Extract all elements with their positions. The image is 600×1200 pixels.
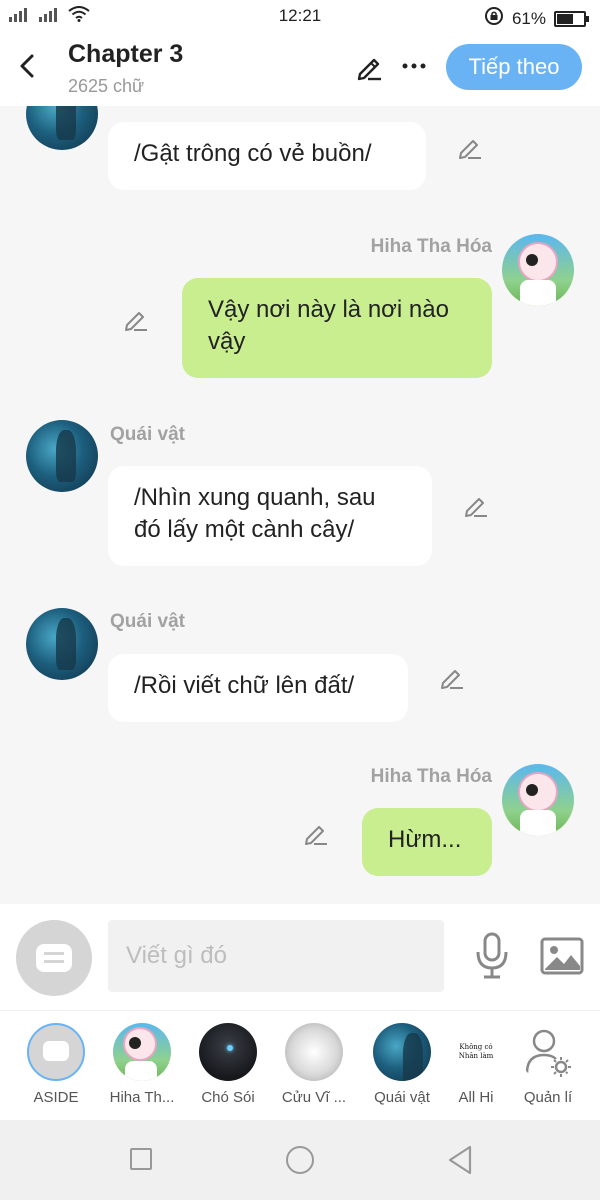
character-label: Quái vật xyxy=(374,1089,430,1106)
speaker-name: Hiha Tha Hóa xyxy=(370,766,492,787)
speaker-name: Hiha Tha Hóa xyxy=(370,236,492,257)
message-bubble[interactable]: Hừm... xyxy=(362,808,492,876)
character-monster[interactable]: Quái vật xyxy=(362,1023,442,1106)
character-fox[interactable]: Cửu Vĩ ... xyxy=(274,1023,354,1106)
message-bubble[interactable]: /Rồi viết chữ lên đất/ xyxy=(108,654,408,722)
message-bubble[interactable]: Vậy nơi này là nơi nào vậy xyxy=(182,278,492,378)
hiha-avatar[interactable] xyxy=(502,234,574,306)
microphone-icon[interactable] xyxy=(472,932,512,980)
rotation-lock-icon xyxy=(484,6,504,31)
wolf-avatar xyxy=(199,1023,257,1081)
character-label: Cửu Vĩ ... xyxy=(281,1089,347,1106)
recent-apps-icon[interactable] xyxy=(130,1148,152,1170)
edit-message-icon[interactable] xyxy=(438,664,466,692)
avatar-face xyxy=(518,772,558,812)
message-bubble[interactable]: /Gật trông có vẻ buồn/ xyxy=(108,122,426,190)
message-input[interactable] xyxy=(108,920,444,992)
edit-message-icon[interactable] xyxy=(456,134,484,162)
monster-avatar[interactable] xyxy=(26,106,98,150)
home-icon[interactable] xyxy=(286,1146,314,1174)
edit-message-icon[interactable] xyxy=(462,492,490,520)
text-avatar: Không có Nhân làm xyxy=(447,1023,505,1081)
manage-user-icon xyxy=(519,1023,577,1081)
character-hiha[interactable]: Hiha Th... xyxy=(102,1023,182,1106)
edit-message-icon[interactable] xyxy=(302,820,330,848)
avatar-body xyxy=(125,1061,157,1081)
speaker-name: Quái vật xyxy=(110,424,185,445)
chat-area[interactable]: /Gật trông có vẻ buồn/ Hiha Tha Hóa Vậy … xyxy=(0,106,600,904)
status-right: 61% xyxy=(484,6,589,31)
edit-message-icon[interactable] xyxy=(122,306,150,334)
chapter-header: Chapter 3 2625 chữ Tiếp theo xyxy=(0,32,600,106)
chapter-title: Chapter 3 xyxy=(68,40,184,68)
character-label: Quản lí xyxy=(523,1089,573,1106)
character-label: All Hi xyxy=(458,1089,494,1106)
fox-avatar xyxy=(285,1023,343,1081)
image-icon[interactable] xyxy=(540,936,584,976)
battery-icon xyxy=(554,10,589,27)
battery-fill xyxy=(557,13,573,24)
input-bar xyxy=(0,904,600,1010)
character-all-hi[interactable]: Không có Nhân làm All Hi xyxy=(436,1023,516,1106)
character-wolf[interactable]: Chó Sói xyxy=(188,1023,268,1106)
next-chapter-button[interactable]: Tiếp theo xyxy=(446,44,582,90)
character-label: ASIDE xyxy=(33,1089,79,1106)
character-label: Chó Sói xyxy=(201,1089,255,1106)
avatar-body xyxy=(520,810,556,836)
hiha-avatar[interactable] xyxy=(502,764,574,836)
avatar-face xyxy=(518,242,558,282)
avatar-eye xyxy=(129,1037,141,1049)
aside-glyph xyxy=(43,1041,69,1061)
monster-avatar xyxy=(373,1023,431,1081)
more-icon[interactable] xyxy=(400,52,428,80)
character-bar: ASIDE Hiha Th... Chó Sói Cửu Vĩ ... Quái… xyxy=(0,1010,600,1120)
pencil-icon[interactable] xyxy=(354,52,384,82)
aside-icon xyxy=(27,1023,85,1081)
monster-avatar[interactable] xyxy=(26,608,98,680)
system-nav-bar xyxy=(0,1120,600,1200)
character-manage[interactable]: Quản lí xyxy=(508,1023,588,1106)
character-label: Hiha Th... xyxy=(109,1089,175,1106)
back-arrow-icon[interactable] xyxy=(14,52,42,80)
battery-percent: 61% xyxy=(511,8,546,28)
speaker-name: Quái vật xyxy=(110,611,185,632)
hiha-avatar xyxy=(113,1023,171,1081)
word-count: 2625 chữ xyxy=(68,76,145,96)
monster-avatar[interactable] xyxy=(26,420,98,492)
aside-glyph xyxy=(36,944,72,972)
status-bar: 12:21 61% xyxy=(0,0,600,32)
back-icon[interactable] xyxy=(446,1144,474,1176)
message-bubble[interactable]: /Nhìn xung quanh, sau đó lấy một cành câ… xyxy=(108,466,432,566)
avatar-body xyxy=(520,280,556,306)
aside-icon[interactable] xyxy=(16,920,92,996)
avatar-eye xyxy=(526,784,538,796)
avatar-eye xyxy=(526,254,538,266)
character-aside[interactable]: ASIDE xyxy=(16,1023,96,1106)
